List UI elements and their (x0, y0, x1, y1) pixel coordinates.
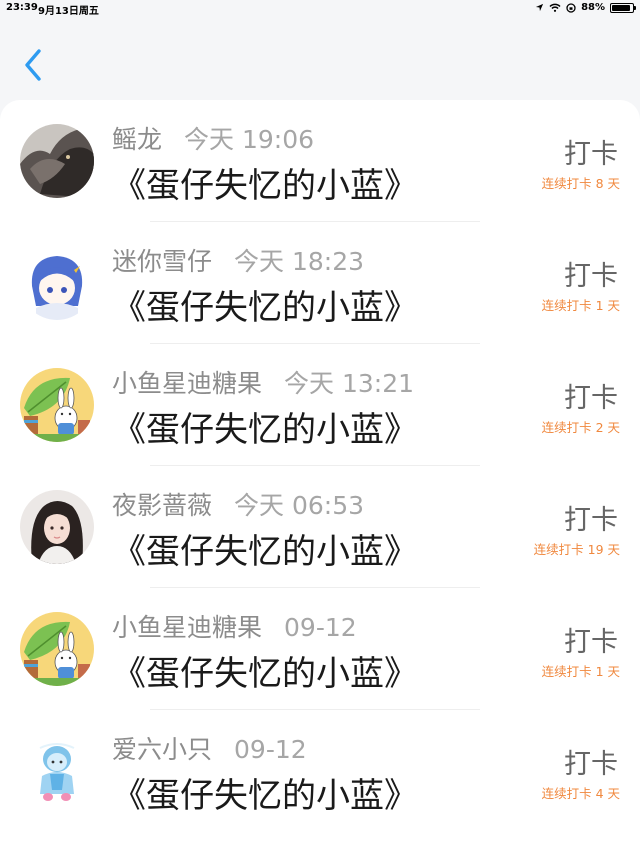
username[interactable]: 迷你雪仔 (112, 247, 212, 276)
nav-bar (0, 18, 640, 102)
timestamp: 09-12 (284, 613, 357, 642)
status-time: 23:39 (6, 2, 38, 13)
record-meta: 迷你雪仔 今天 18:23 (112, 242, 364, 278)
username[interactable]: 小鱼星迪糖果 (112, 613, 262, 642)
status-bar: 23:39 9月13日周五 88% (0, 0, 640, 18)
username[interactable]: 夜影蔷薇 (112, 491, 212, 520)
checkin-button[interactable]: 打卡 (564, 498, 618, 537)
avatar[interactable] (20, 612, 94, 686)
checkin-list: 鳐龙 今天 19:06 《蛋仔失忆的小蓝》 打卡 连续打卡 8 天 迷你雪仔 今天 18:… (0, 100, 640, 853)
checkin-button[interactable]: 打卡 (564, 742, 618, 781)
record-meta: 鳐龙 今天 19:06 (112, 120, 314, 156)
streak-label: 连续打卡 19 天 (533, 542, 620, 557)
book-title[interactable]: 《蛋仔失忆的小蓝》 (112, 646, 418, 695)
book-title[interactable]: 《蛋仔失忆的小蓝》 (112, 768, 418, 817)
checkin-button[interactable]: 打卡 (564, 376, 618, 415)
streak-label: 连续打卡 1 天 (541, 298, 620, 313)
avatar[interactable] (20, 246, 94, 320)
username[interactable]: 鳐龙 (112, 125, 162, 154)
username[interactable]: 爱六小只 (112, 735, 212, 764)
list-item[interactable]: 迷你雪仔 今天 18:23 《蛋仔失忆的小蓝》 打卡 连续打卡 1 天 (0, 222, 640, 344)
list-item[interactable]: 鳐龙 今天 19:06 《蛋仔失忆的小蓝》 打卡 连续打卡 8 天 (0, 100, 640, 222)
book-title[interactable]: 《蛋仔失忆的小蓝》 (112, 280, 418, 329)
record-meta: 爱六小只 09-12 (112, 730, 307, 766)
list-item[interactable]: 小鱼星迪糖果 09-12 《蛋仔失忆的小蓝》 打卡连续打卡 1 天 (0, 588, 640, 710)
avatar[interactable] (20, 734, 94, 808)
wifi-icon (549, 3, 561, 12)
checkin-button[interactable]: 打卡 (564, 132, 618, 171)
record-meta: 小鱼星迪糖果 09-12 (112, 608, 357, 644)
location-icon (535, 3, 544, 12)
orientation-lock-icon (566, 2, 576, 13)
streak-label: 连续打卡 1 天 (541, 664, 620, 679)
streak-label: 连续打卡 8 天 (541, 176, 620, 191)
avatar[interactable] (20, 490, 94, 564)
book-title[interactable]: 《蛋仔失忆的小蓝》 (112, 524, 418, 573)
chevron-left-icon (25, 49, 41, 81)
status-icons: 88% (535, 2, 636, 13)
timestamp: 09-12 (234, 735, 307, 764)
timestamp: 今天 13:21 (284, 369, 415, 398)
avatar[interactable] (20, 124, 94, 198)
avatar[interactable] (20, 368, 94, 442)
book-title[interactable]: 《蛋仔失忆的小蓝》 (112, 158, 418, 207)
status-date: 9月13日周五 (38, 6, 99, 17)
timestamp: 今天 06:53 (234, 491, 365, 520)
list-item[interactable]: 爱六小只 09-12 《蛋仔失忆的小蓝》 打卡连续打卡 4 天 (0, 710, 640, 832)
streak-label: 连续打卡 4 天 (541, 786, 620, 801)
back-button[interactable] (20, 46, 48, 84)
list-item[interactable]: 小鱼星迪糖果 今天 13:21 《蛋仔失忆的小蓝》 打卡 连续打卡 2 天 (0, 344, 640, 466)
streak-label: 连续打卡 2 天 (541, 420, 620, 435)
list-item[interactable]: 夜影蔷薇 今天 06:53 《蛋仔失忆的小蓝》 打卡 连续打卡 19 天 (0, 466, 640, 588)
record-meta: 小鱼星迪糖果 今天 13:21 (112, 364, 414, 400)
username[interactable]: 小鱼星迪糖果 (112, 369, 262, 398)
timestamp: 今天 19:06 (184, 125, 315, 154)
checkin-button[interactable]: 打卡 (564, 254, 618, 293)
battery-percent: 88% (581, 2, 605, 13)
checkin-button[interactable]: 打卡 (564, 620, 618, 659)
battery-icon (610, 2, 636, 13)
record-meta: 夜影蔷薇 今天 06:53 (112, 486, 364, 522)
timestamp: 今天 18:23 (234, 247, 365, 276)
book-title[interactable]: 《蛋仔失忆的小蓝》 (112, 402, 418, 451)
